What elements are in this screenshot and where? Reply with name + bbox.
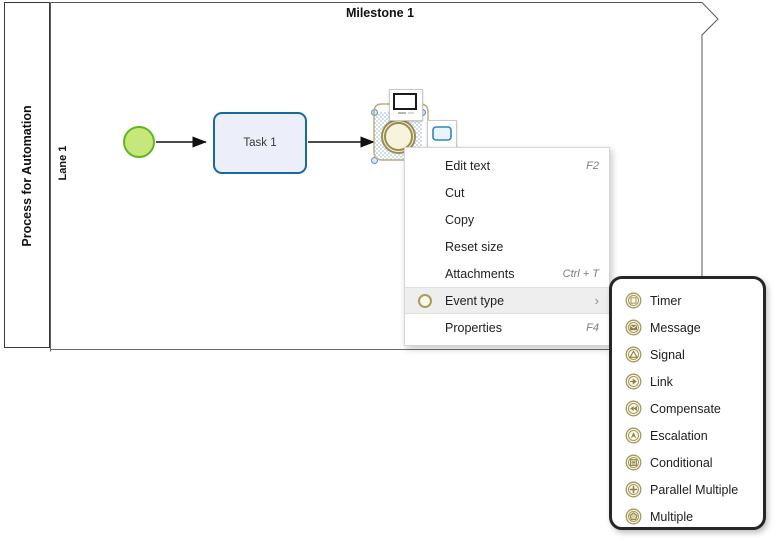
menu-item-label: Copy	[445, 212, 475, 227]
message-event-icon	[620, 319, 646, 336]
submenu-item-label: Conditional	[650, 455, 713, 470]
timer-event-icon	[620, 292, 646, 309]
menu-icon-slot	[405, 260, 445, 287]
resize-handle-top-left[interactable]	[371, 109, 378, 116]
task-shape[interactable]: Task 1	[213, 112, 307, 174]
submenu-item-label: Parallel Multiple	[650, 482, 739, 497]
multiple-event-icon	[620, 508, 646, 525]
menu-item-edit-text[interactable]: Edit text F2	[405, 152, 609, 179]
submenu-item-label: Message	[650, 320, 701, 335]
menu-item-shortcut: F2	[586, 159, 599, 172]
event-type-submenu[interactable]: Timer Message Signal Link Compensate Esc…	[609, 276, 766, 530]
menu-item-label: Attachments	[445, 266, 515, 281]
menu-icon-slot	[405, 152, 445, 179]
submenu-item-compensate[interactable]: Compensate	[612, 395, 763, 422]
submenu-item-label: Escalation	[650, 428, 708, 443]
menu-item-attachments[interactable]: Attachments Ctrl + T	[405, 260, 609, 287]
submenu-item-label: Timer	[650, 293, 682, 308]
submenu-item-label: Compensate	[650, 401, 721, 416]
submenu-item-link[interactable]: Link	[612, 368, 763, 395]
menu-item-label: Cut	[445, 185, 465, 200]
submenu-item-conditional[interactable]: Conditional	[612, 449, 763, 476]
menu-item-label: Reset size	[445, 239, 504, 254]
submenu-item-multiple[interactable]: Multiple	[612, 503, 763, 530]
menu-icon-slot	[405, 288, 445, 313]
menu-item-label: Event type	[445, 293, 505, 308]
menu-item-reset-size[interactable]: Reset size	[405, 233, 609, 260]
menu-item-label: Properties	[445, 320, 502, 335]
lane-divider	[50, 349, 702, 350]
context-menu[interactable]: Edit text F2 Cut Copy Reset size Attachm…	[404, 147, 610, 346]
submenu-item-signal[interactable]: Signal	[612, 341, 763, 368]
lane-title: Lane 1	[57, 145, 69, 181]
submenu-item-message[interactable]: Message	[612, 314, 763, 341]
pool-header[interactable]: Process for Automation	[4, 2, 50, 348]
menu-icon-slot	[405, 233, 445, 260]
text-annotation-icon	[393, 93, 417, 114]
menu-item-shortcut: Ctrl + T	[562, 267, 599, 280]
conditional-event-icon	[620, 454, 646, 471]
submenu-item-parallel-multiple[interactable]: Parallel Multiple	[612, 476, 763, 503]
task-shape-button[interactable]	[427, 120, 457, 148]
submenu-item-label: Signal	[650, 347, 685, 362]
link-event-icon	[620, 373, 646, 390]
event-ring-icon	[418, 293, 432, 308]
escalation-event-icon	[620, 427, 646, 444]
parallel-multiple-event-icon	[620, 481, 646, 498]
menu-item-properties[interactable]: Properties F4	[405, 314, 609, 341]
menu-item-shortcut: F4	[586, 321, 599, 334]
menu-item-label: Edit text	[445, 158, 491, 173]
menu-icon-slot	[405, 206, 445, 233]
menu-item-cut[interactable]: Cut	[405, 179, 609, 206]
text-annotation-button[interactable]	[389, 89, 423, 121]
menu-item-copy[interactable]: Copy	[405, 206, 609, 233]
chevron-right-icon: ›	[594, 293, 599, 308]
menu-icon-slot	[405, 179, 445, 206]
task-shape-icon	[432, 126, 452, 141]
menu-item-event-type[interactable]: Event type ›	[405, 287, 609, 314]
signal-event-icon	[620, 346, 646, 363]
pool-title: Process for Automation	[20, 105, 34, 247]
submenu-item-label: Multiple	[650, 509, 694, 524]
compensate-event-icon	[620, 400, 646, 417]
start-event[interactable]	[123, 126, 155, 158]
submenu-item-label: Link	[650, 374, 673, 389]
resize-handle-bottom-left[interactable]	[371, 157, 378, 164]
task-label: Task 1	[243, 137, 277, 149]
bpmn-editor-canvas: Milestone 1 Process for Automation Lane …	[0, 0, 776, 541]
submenu-item-escalation[interactable]: Escalation	[612, 422, 763, 449]
submenu-item-timer[interactable]: Timer	[612, 287, 763, 314]
menu-icon-slot	[405, 314, 445, 341]
